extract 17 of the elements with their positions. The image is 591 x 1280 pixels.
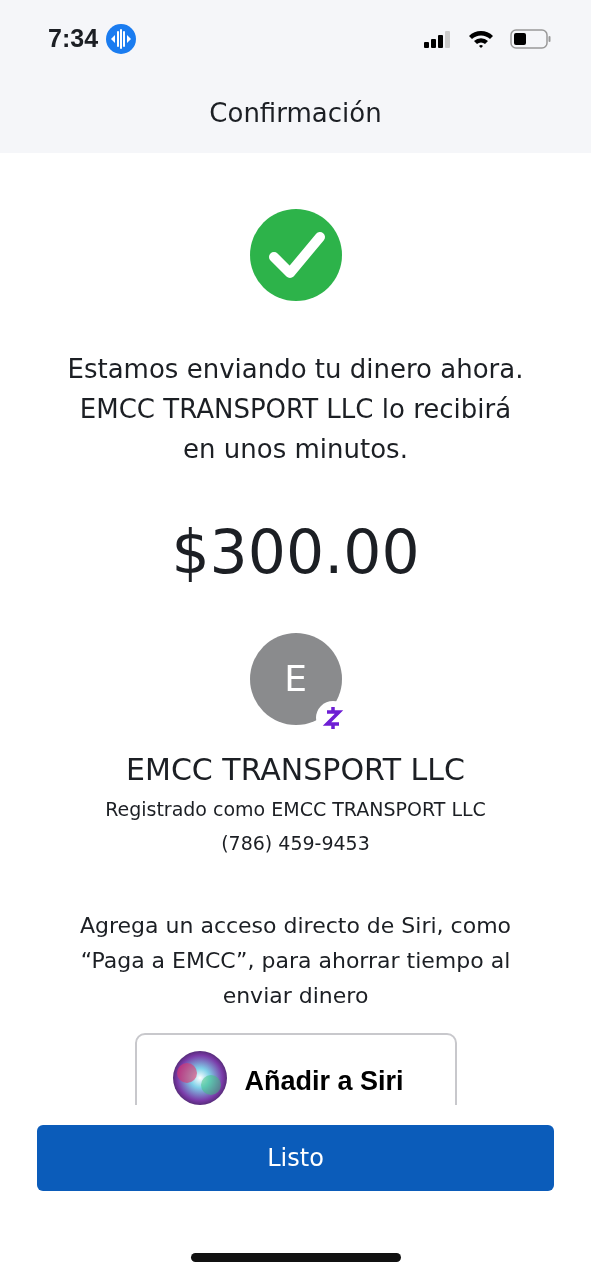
add-to-siri-button[interactable]: Añadir a Siri xyxy=(134,1033,457,1105)
recipient-avatar: E xyxy=(249,633,342,725)
recipient-name: EMCC TRANSPORT LLC xyxy=(125,751,466,789)
registered-name: Registrado como EMCC TRANSPORT LLC xyxy=(104,797,487,822)
siri-icon xyxy=(172,1051,227,1105)
confirmation-message: Estamos enviando tu dinero ahora. EMCC TRANSPORT LLC lo recibirá en unos minutos. xyxy=(66,353,525,466)
amount-text: $300.00 xyxy=(170,516,421,589)
signal-icon xyxy=(424,30,452,48)
wifi-icon xyxy=(468,29,494,49)
success-check-icon xyxy=(249,209,342,301)
recipient-phone: (786) 459-9453 xyxy=(220,831,371,856)
siri-shortcut-text: Agrega un acceso directo de Siri, como “Paga a EMCC”, para ahorrar tiempo al enviar dinero xyxy=(78,912,513,1010)
done-button[interactable]: Listo xyxy=(37,1125,554,1191)
screen-title: Confirmación xyxy=(208,97,383,130)
audio-icon xyxy=(106,24,137,54)
battery-icon xyxy=(510,29,551,49)
status-time: 7:34 xyxy=(48,23,99,55)
